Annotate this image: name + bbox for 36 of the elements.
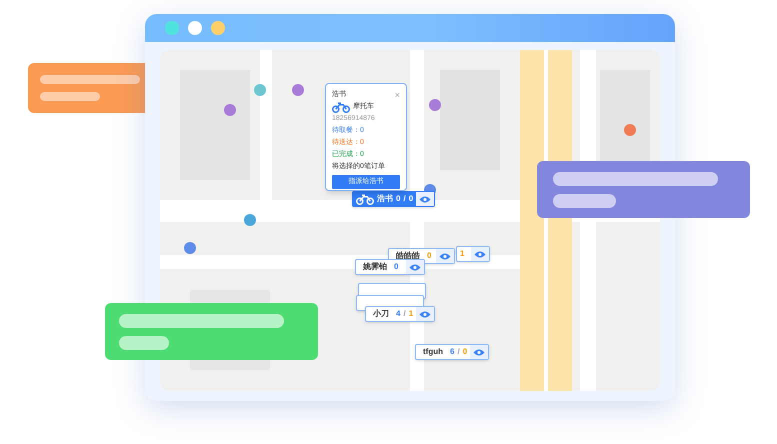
eye-icon[interactable] [473,348,486,356]
taken-count: 6 [450,346,454,358]
motorcycle-icon [356,193,374,205]
rider-name: 浩书 [377,193,393,205]
delivered-count: 1 [408,308,414,320]
eye-icon[interactable] [419,194,432,204]
eye-icon[interactable] [439,252,451,260]
rider-marker[interactable]: 浩书 0 / 0 [352,191,436,207]
delivered-count: 0 [462,346,468,358]
map-poi-icon [624,124,636,136]
map-poi-icon [224,104,236,116]
taken-count: 0 [394,261,398,273]
map-poi-icon [184,242,196,254]
rider-marker[interactable]: tfguh 6 / 0 [415,344,490,360]
eye-icon[interactable] [419,310,432,318]
rider-name: tfguh [422,346,444,358]
taken-count: 4 [396,308,400,320]
map-poi-icon [244,214,256,226]
rider-name: 小刀 [372,308,390,320]
rider-marker[interactable]: 小刀 4 / 1 [365,306,436,322]
map-poi-icon [429,99,441,111]
count-separator: / [403,308,406,320]
taken-count: 0 [396,193,400,205]
rider-marker[interactable]: 姚霁铂 0 [355,259,425,275]
delivered-count: 0 [408,193,414,205]
eye-icon[interactable] [474,250,486,258]
rider-name: 皓皓皓 [395,250,421,262]
map-poi-icon [254,84,266,96]
count-separator: / [403,193,406,205]
eye-icon[interactable] [409,262,421,272]
delivered-count: 0 [427,250,432,262]
count-separator: / [457,346,460,358]
delivered-count: 1 [460,248,464,260]
map-poi-icon [292,84,304,96]
motorcycle-icon [332,101,350,113]
rider-name: 姚霁铂 [362,261,388,273]
